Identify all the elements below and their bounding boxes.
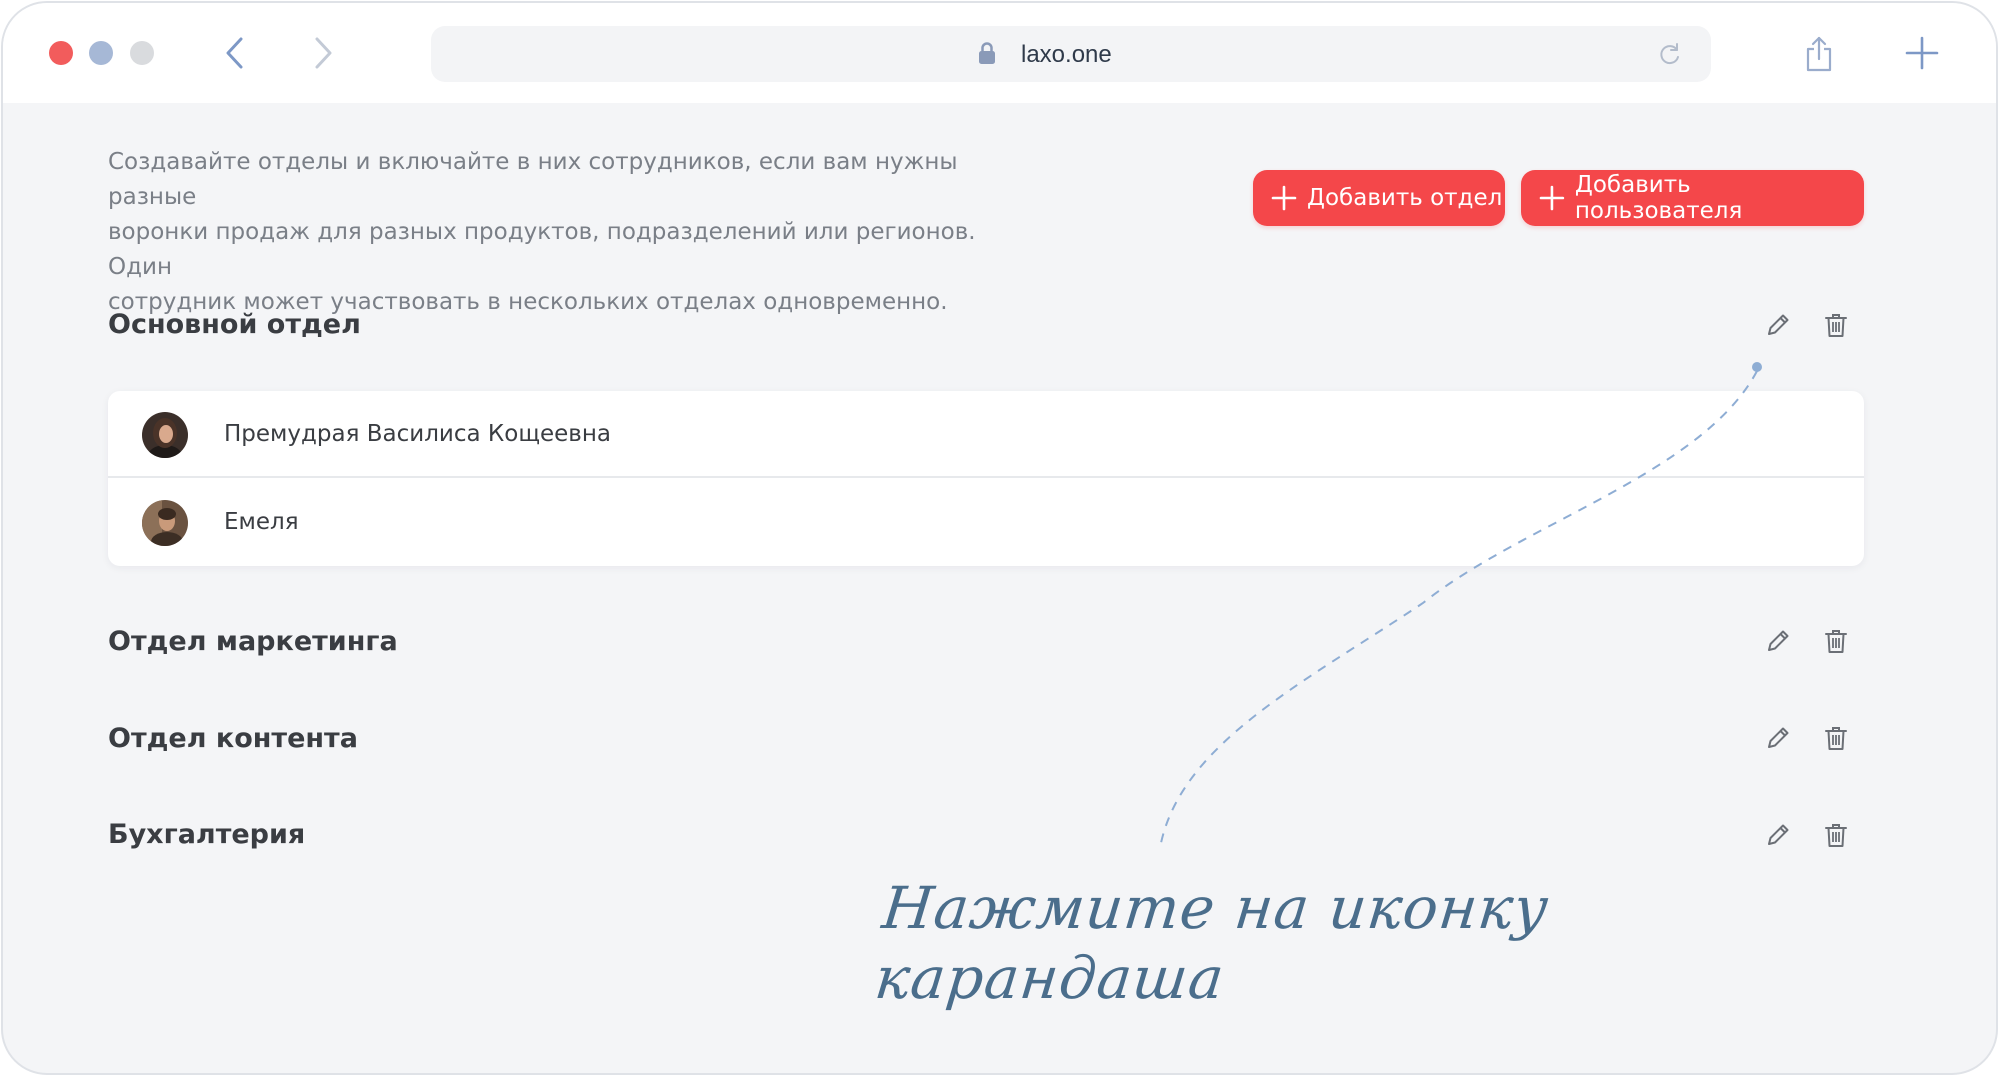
trash-icon bbox=[1825, 630, 1847, 653]
member-row[interactable]: Емеля bbox=[108, 479, 1864, 566]
avatar bbox=[142, 412, 188, 458]
department-title: Отдел маркетинга bbox=[108, 626, 398, 657]
member-row[interactable]: Премудрая Василиса Кощеевна bbox=[108, 391, 1864, 478]
zoom-window-button[interactable] bbox=[130, 41, 154, 65]
reload-icon[interactable] bbox=[1657, 41, 1683, 67]
delete-department-button[interactable] bbox=[1822, 311, 1850, 339]
add-user-label: Добавить пользователя bbox=[1574, 172, 1743, 224]
pencil-icon bbox=[1768, 727, 1789, 748]
annotation-line: Нажмите на иконку bbox=[879, 874, 1553, 942]
url-text: laxo.one bbox=[1021, 41, 1112, 68]
delete-department-button[interactable] bbox=[1822, 821, 1850, 849]
member-name: Премудрая Василиса Кощеевна bbox=[224, 421, 611, 447]
intro-line: воронки продаж для разных продуктов, под… bbox=[108, 219, 976, 280]
edit-department-button[interactable] bbox=[1764, 821, 1792, 849]
member-name: Емеля bbox=[224, 509, 299, 535]
add-department-label: Добавить отдел bbox=[1307, 185, 1503, 211]
annotation-text: Нажмите на иконку карандаша bbox=[872, 873, 1553, 1013]
delete-department-button[interactable] bbox=[1822, 724, 1850, 752]
annotation-line: карандаша bbox=[871, 944, 1228, 1012]
department-title: Основной отдел bbox=[108, 309, 361, 340]
avatar bbox=[142, 500, 188, 546]
plus-icon bbox=[1539, 185, 1565, 211]
trash-icon bbox=[1825, 824, 1847, 847]
plus-icon bbox=[1271, 185, 1297, 211]
chevron-left-icon bbox=[226, 37, 243, 69]
department-members-list: Премудрая Василиса Кощеевна Емеля bbox=[108, 391, 1864, 566]
trash-icon bbox=[1825, 314, 1847, 337]
close-window-button[interactable] bbox=[49, 41, 73, 65]
intro-line: Создавайте отделы и включайте в них сотр… bbox=[108, 149, 958, 210]
edit-department-button[interactable] bbox=[1764, 627, 1792, 655]
minimize-window-button[interactable] bbox=[89, 41, 113, 65]
new-tab-icon[interactable] bbox=[1905, 36, 1939, 70]
address-bar[interactable]: laxo.one bbox=[431, 26, 1711, 82]
back-button[interactable] bbox=[217, 33, 253, 73]
chevron-right-icon bbox=[315, 37, 332, 69]
add-user-button[interactable]: Добавить пользователя bbox=[1521, 170, 1864, 226]
add-department-button[interactable]: Добавить отдел bbox=[1253, 170, 1505, 226]
edit-department-button[interactable] bbox=[1764, 724, 1792, 752]
share-icon[interactable] bbox=[1803, 35, 1835, 73]
pencil-icon bbox=[1768, 824, 1789, 845]
browser-window: laxo.one Создавайте отделы и включайте в… bbox=[1, 1, 1998, 1075]
delete-department-button[interactable] bbox=[1822, 627, 1850, 655]
edit-department-button[interactable] bbox=[1764, 311, 1792, 339]
trash-icon bbox=[1825, 727, 1847, 750]
department-title: Бухгалтерия bbox=[108, 819, 306, 850]
browser-toolbar: laxo.one bbox=[3, 3, 1996, 103]
forward-button[interactable] bbox=[305, 33, 341, 73]
pencil-icon bbox=[1768, 314, 1789, 335]
intro-text: Создавайте отделы и включайте в них сотр… bbox=[108, 145, 1008, 320]
department-title: Отдел контента bbox=[108, 723, 358, 754]
pencil-icon bbox=[1768, 630, 1789, 651]
lock-icon bbox=[979, 42, 995, 64]
